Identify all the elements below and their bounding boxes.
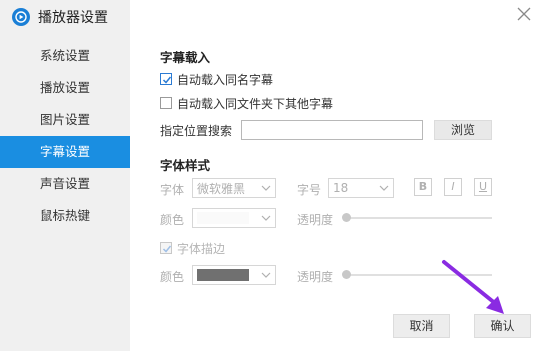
outline-color-swatch xyxy=(197,269,249,281)
cancel-button[interactable]: 取消 xyxy=(393,314,450,338)
sidebar-item-mouse-hotkeys[interactable]: 鼠标热键 xyxy=(0,200,130,232)
outline-color-select[interactable] xyxy=(192,265,276,285)
font-opacity-slider-thumb[interactable] xyxy=(342,213,351,222)
search-path-label: 指定位置搜索 xyxy=(160,124,233,138)
outline-opacity-slider-thumb[interactable] xyxy=(342,270,351,279)
bold-button[interactable]: B xyxy=(414,178,432,196)
font-size-select-value: 18 xyxy=(333,181,349,195)
auto-load-folder-checkbox[interactable] xyxy=(160,97,172,109)
font-color-swatch xyxy=(197,212,249,224)
font-outline-checkbox[interactable] xyxy=(160,242,172,254)
sidebar-item-system[interactable]: 系统设置 xyxy=(0,40,130,72)
auto-load-same-name-label: 自动载入同名字幕 xyxy=(177,72,274,87)
font-label: 字体 xyxy=(160,183,185,197)
outline-opacity-slider[interactable] xyxy=(345,274,492,276)
sidebar-nav: 系统设置 播放设置 图片设置 字幕设置 声音设置 鼠标热键 xyxy=(0,40,130,232)
font-select[interactable]: 微软雅黑 xyxy=(192,178,276,198)
font-color-label: 颜色 xyxy=(160,213,185,227)
font-color-select[interactable] xyxy=(192,208,276,228)
sidebar-item-subtitle[interactable]: 字幕设置 xyxy=(0,136,130,168)
italic-button[interactable]: I xyxy=(444,178,462,196)
font-outline-label: 字体描边 xyxy=(177,241,226,256)
underline-button[interactable]: U xyxy=(474,178,492,196)
sidebar-item-playback[interactable]: 播放设置 xyxy=(0,72,130,104)
ok-button[interactable]: 确认 xyxy=(474,314,531,338)
font-select-value: 微软雅黑 xyxy=(197,181,246,196)
subtitle-load-title: 字幕载入 xyxy=(160,50,211,65)
sidebar-item-sound[interactable]: 声音设置 xyxy=(0,168,130,200)
app-logo-icon xyxy=(12,8,30,26)
chevron-down-icon xyxy=(261,215,271,221)
close-icon[interactable] xyxy=(516,6,532,22)
outline-color-label: 颜色 xyxy=(160,270,185,284)
chevron-down-icon xyxy=(379,185,389,191)
app-title: 播放器设置 xyxy=(12,7,108,27)
font-opacity-slider[interactable] xyxy=(345,217,492,219)
app-title-text: 播放器设置 xyxy=(38,10,108,26)
search-path-input[interactable] xyxy=(241,120,423,140)
auto-load-folder-checkbox-row[interactable]: 自动载入同文件夹下其他字幕 xyxy=(160,94,333,112)
sidebar-item-image[interactable]: 图片设置 xyxy=(0,104,130,136)
settings-sidebar: 播放器设置 系统设置 播放设置 图片设置 字幕设置 声音设置 鼠标热键 xyxy=(0,0,130,351)
auto-load-folder-label: 自动载入同文件夹下其他字幕 xyxy=(177,96,334,111)
annotation-arrow-icon xyxy=(442,260,504,314)
font-style-title: 字体样式 xyxy=(160,158,211,173)
font-opacity-label: 透明度 xyxy=(297,213,334,227)
auto-load-same-name-checkbox-row[interactable]: 自动载入同名字幕 xyxy=(160,70,273,88)
browse-button[interactable]: 浏览 xyxy=(434,120,492,140)
font-size-select[interactable]: 18 xyxy=(328,178,394,198)
chevron-down-icon xyxy=(261,185,271,191)
outline-opacity-label: 透明度 xyxy=(297,270,334,284)
font-outline-checkbox-row[interactable]: 字体描边 xyxy=(160,239,225,257)
font-size-label: 字号 xyxy=(297,183,322,197)
auto-load-same-name-checkbox[interactable] xyxy=(160,73,172,85)
chevron-down-icon xyxy=(261,272,271,278)
